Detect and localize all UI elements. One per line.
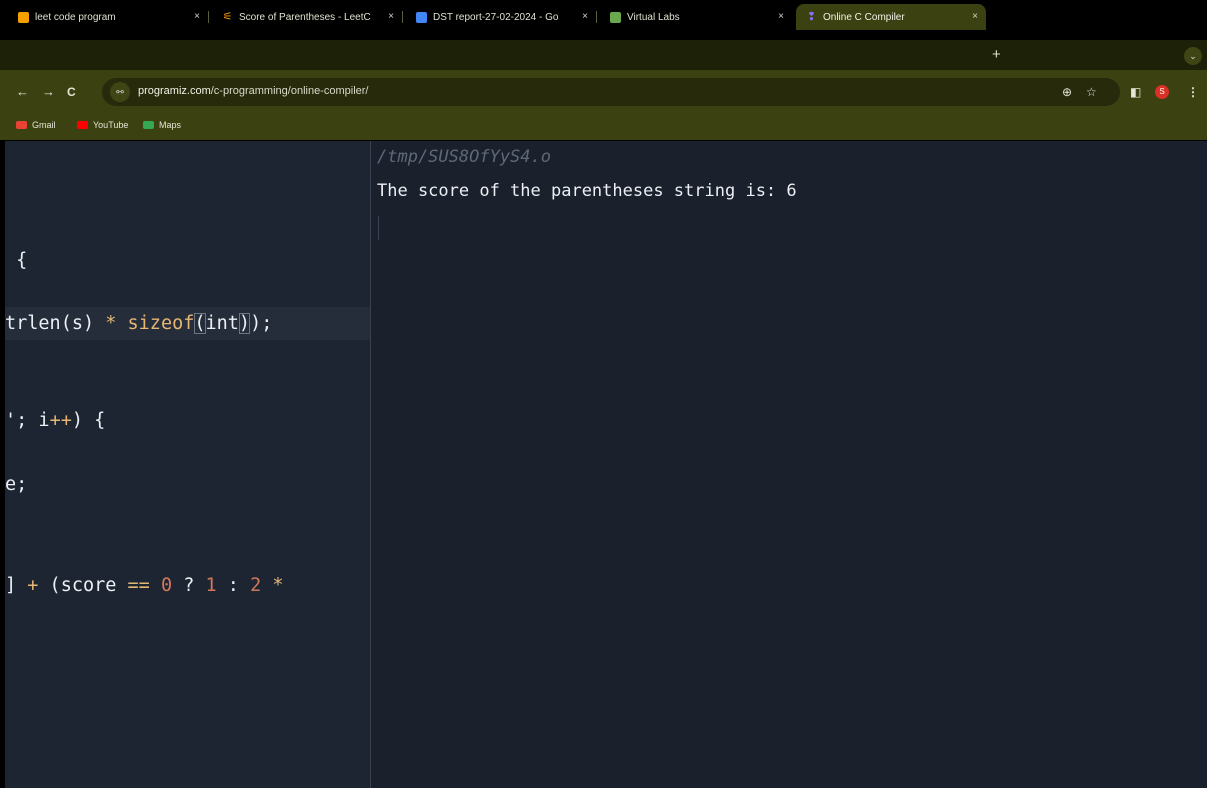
tab-score-of-parentheses[interactable]: ⚟ Score of Parentheses - LeetC × bbox=[212, 4, 403, 30]
tab-leet-code-program[interactable]: leet code program × bbox=[8, 4, 209, 30]
new-tab-button[interactable]: + bbox=[992, 44, 1001, 66]
tab-title: DST report-27-02-2024 - Go bbox=[433, 11, 559, 23]
close-icon[interactable]: × bbox=[388, 4, 394, 30]
site-info-icon[interactable]: ⚯ bbox=[110, 82, 130, 102]
bookmarks-bar bbox=[0, 114, 1207, 140]
terminal-binary-path: /tmp/SUS8OfYyS4.o bbox=[377, 147, 551, 167]
tab-title: Score of Parentheses - LeetC bbox=[239, 11, 371, 23]
code-operator: * bbox=[272, 575, 284, 596]
code-editor[interactable]: { trlen(s) * sizeof(int)); '; i++) { e; … bbox=[5, 141, 370, 788]
output-terminal[interactable] bbox=[371, 141, 1207, 788]
code-line: e; bbox=[5, 474, 28, 495]
code-number: 1 bbox=[205, 575, 217, 596]
url-path: /c-programming/online-compiler/ bbox=[210, 85, 369, 97]
bookmark-maps[interactable]: Maps bbox=[143, 118, 181, 132]
virtual-labs-icon bbox=[610, 11, 621, 23]
code-function: sizeof bbox=[127, 313, 195, 334]
bookmark-label: Gmail bbox=[32, 120, 56, 130]
reload-button[interactable]: C bbox=[67, 84, 76, 100]
code-token: (score bbox=[38, 575, 128, 596]
bookmark-gmail[interactable]: Gmail bbox=[16, 118, 56, 132]
profile-avatar[interactable]: S bbox=[1155, 85, 1169, 99]
terminal-output-line: The score of the parentheses string is: … bbox=[377, 181, 797, 201]
bookmark-label: YouTube bbox=[93, 120, 129, 130]
code-line: '; i++) { bbox=[5, 404, 105, 437]
youtube-icon bbox=[77, 121, 88, 129]
code-number: 2 bbox=[250, 575, 262, 596]
bookmark-label: Maps bbox=[159, 120, 182, 130]
gmail-icon bbox=[16, 121, 27, 129]
tab-online-c-compiler[interactable]: ❢ Online C Compiler × bbox=[796, 4, 986, 30]
code-token: ? bbox=[172, 575, 206, 596]
bookmark-star-icon[interactable]: ☆ bbox=[1086, 84, 1097, 100]
close-icon[interactable]: × bbox=[778, 4, 784, 30]
code-operator: == bbox=[127, 575, 150, 596]
bookmark-youtube[interactable]: YouTube bbox=[77, 118, 128, 132]
close-icon[interactable]: × bbox=[582, 4, 588, 30]
tab-separator bbox=[596, 11, 597, 23]
zoom-icon[interactable]: ⊕ bbox=[1062, 84, 1072, 100]
code-line: trlen(s) * sizeof(int)); bbox=[5, 307, 272, 340]
code-token: ); bbox=[250, 313, 273, 334]
maps-icon bbox=[143, 121, 154, 129]
code-line: ] + (score == 0 ? 1 : 2 * bbox=[5, 569, 284, 602]
code-line: { bbox=[5, 250, 28, 271]
url-text[interactable]: programiz.com/c-programming/online-compi… bbox=[138, 85, 368, 97]
url-host: programiz.com bbox=[138, 85, 211, 97]
code-token: trlen(s) bbox=[5, 313, 106, 334]
code-operator: * bbox=[105, 313, 117, 334]
browser-menu-icon[interactable]: ⋮ bbox=[1187, 84, 1199, 100]
close-icon[interactable]: × bbox=[194, 4, 200, 30]
side-panel-icon[interactable]: ◧ bbox=[1130, 84, 1141, 100]
close-icon[interactable]: × bbox=[972, 4, 978, 30]
programiz-icon: ❢ bbox=[806, 10, 817, 23]
code-operator: + bbox=[27, 575, 39, 596]
bracket-match: ( bbox=[194, 313, 206, 334]
code-operator: ++ bbox=[49, 410, 72, 431]
leetcode-icon: ⚟ bbox=[222, 10, 233, 23]
tab-separator bbox=[402, 11, 403, 23]
tab-virtual-labs[interactable]: Virtual Labs × bbox=[600, 4, 792, 30]
code-number: 0 bbox=[160, 575, 173, 596]
tab-strip bbox=[0, 40, 1207, 70]
code-token: : bbox=[216, 575, 251, 596]
code-token: '; i bbox=[5, 410, 50, 431]
tab-title: leet code program bbox=[35, 11, 116, 23]
code-keyword: int bbox=[205, 313, 239, 334]
code-token: ] bbox=[5, 575, 28, 596]
code-token: ) { bbox=[71, 410, 106, 431]
tab-title: Online C Compiler bbox=[823, 11, 905, 23]
forward-button[interactable]: → bbox=[42, 84, 55, 100]
tab-title: Virtual Labs bbox=[627, 11, 680, 23]
document-icon bbox=[18, 11, 29, 23]
bracket-match: ) bbox=[238, 313, 251, 334]
tab-separator bbox=[208, 11, 209, 23]
terminal-cursor bbox=[378, 216, 379, 240]
back-button[interactable]: ← bbox=[16, 84, 29, 100]
tab-dst-report[interactable]: DST report-27-02-2024 - Go × bbox=[406, 4, 597, 30]
google-docs-icon bbox=[416, 11, 427, 23]
tab-search-button[interactable]: ⌄ bbox=[1184, 47, 1202, 65]
